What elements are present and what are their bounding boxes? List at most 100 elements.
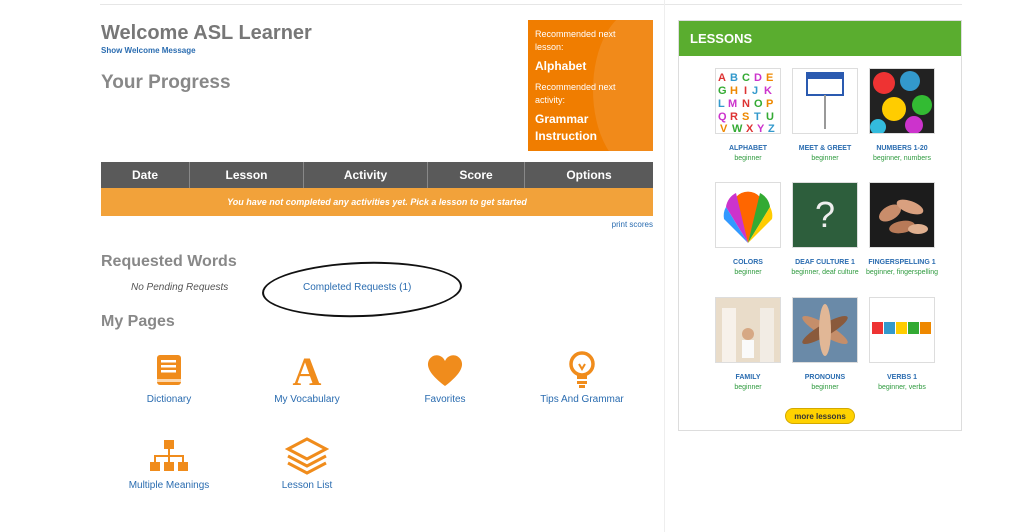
svg-text:L: L <box>718 98 725 110</box>
my-page-favorites[interactable]: Favorites <box>385 350 505 405</box>
numbers-thumbnail <box>869 68 935 134</box>
rec-activity-link[interactable]: Grammar Instruction <box>535 111 646 145</box>
col-options: Options <box>566 168 612 182</box>
main-content: Welcome ASL Learner Show Welcome Message… <box>0 0 665 532</box>
lesson-level: beginner, verbs <box>878 384 926 391</box>
my-pages-title: My Pages <box>101 313 175 330</box>
col-date: Date <box>101 162 190 188</box>
layers-icon <box>247 436 367 476</box>
deaf-culture-thumbnail: ? <box>792 182 858 248</box>
svg-text:P: P <box>766 98 773 110</box>
family-thumbnail <box>715 297 781 363</box>
svg-text:V: V <box>720 123 728 133</box>
print-scores-link[interactable]: print scores <box>612 220 653 229</box>
svg-text:U: U <box>766 111 774 123</box>
my-page-multiple-meanings[interactable]: Multiple Meanings <box>109 436 229 491</box>
svg-text:I: I <box>744 85 747 97</box>
rec-lesson-label: Recommended next lesson: <box>535 29 616 52</box>
svg-text:H: H <box>730 85 738 97</box>
lesson-level: beginner <box>734 155 762 162</box>
lesson-alphabet[interactable]: A B C D E G H I J K L M N O P Q R S T U <box>709 68 787 163</box>
rec-lesson-link[interactable]: Alphabet <box>535 58 646 75</box>
lesson-name: NUMBERS 1-20 <box>876 145 928 152</box>
letter-a-icon: A <box>247 350 367 390</box>
verbs-thumbnail <box>869 297 935 363</box>
pronouns-thumbnail <box>792 297 858 363</box>
lesson-level: beginner, deaf culture <box>791 269 859 276</box>
svg-text:S: S <box>742 111 749 123</box>
fingerspelling-thumbnail <box>869 182 935 248</box>
svg-text:J: J <box>752 85 758 97</box>
my-page-vocabulary[interactable]: A My Vocabulary <box>247 350 367 405</box>
svg-text:K: K <box>764 85 772 97</box>
my-page-label: Tips And Grammar <box>540 394 624 405</box>
svg-text:Q: Q <box>718 111 727 123</box>
table-header: Date Lesson Activity Score Options <box>101 162 653 188</box>
lesson-level: beginner <box>811 155 839 162</box>
heart-icon <box>385 350 505 390</box>
svg-text:N: N <box>742 98 750 110</box>
lesson-name: COLORS <box>733 259 763 266</box>
my-page-lesson-list[interactable]: Lesson List <box>247 436 367 491</box>
lesson-name: FAMILY <box>735 374 761 381</box>
empty-message-row: You have not completed any activities ye… <box>101 188 653 216</box>
svg-text:C: C <box>742 72 750 84</box>
more-lessons-button[interactable]: more lessons <box>785 408 855 424</box>
lesson-name: FINGERSPELLING 1 <box>868 259 936 266</box>
svg-text:M: M <box>728 98 737 110</box>
svg-text:R: R <box>730 111 738 123</box>
lesson-level: beginner <box>734 384 762 391</box>
welcome-title: Welcome ASL Learner <box>101 22 312 44</box>
lesson-meet-greet[interactable]: MEET & GREET beginner <box>786 68 864 163</box>
lesson-name: ALPHABET <box>728 145 768 152</box>
colors-thumbnail <box>715 182 781 248</box>
requested-words-title: Requested Words <box>101 253 237 270</box>
lesson-level: beginner, numbers <box>873 155 931 162</box>
svg-text:G: G <box>718 85 727 97</box>
lessons-title: LESSONS <box>679 21 961 56</box>
my-page-tips[interactable]: Tips And Grammar <box>522 350 642 405</box>
recommended-box: Recommended next lesson: Alphabet Recomm… <box>528 20 653 151</box>
lesson-verbs[interactable]: VERBS 1 beginner, verbs <box>863 297 941 392</box>
lesson-level: beginner, fingerspelling <box>866 269 938 276</box>
lesson-name: DEAF CULTURE 1 <box>795 259 855 266</box>
col-score: Score <box>428 162 525 188</box>
show-welcome-link[interactable]: Show Welcome Message <box>101 46 196 55</box>
svg-text:Y: Y <box>757 123 765 133</box>
lesson-name: VERBS 1 <box>887 374 917 381</box>
lesson-family[interactable]: FAMILY beginner <box>709 297 787 392</box>
hierarchy-icon <box>109 436 229 476</box>
svg-text:A: A <box>293 350 322 390</box>
progress-title: Your Progress <box>101 72 231 93</box>
lesson-numbers[interactable]: NUMBERS 1-20 beginner, numbers <box>863 68 941 163</box>
progress-table: Date Lesson Activity Score Options You h… <box>101 162 653 229</box>
svg-text:Z: Z <box>768 123 775 133</box>
svg-text:B: B <box>730 72 738 84</box>
lesson-deaf-culture[interactable]: ? DEAF CULTURE 1 beginner, deaf culture <box>786 182 864 277</box>
lesson-name: PRONOUNS <box>804 374 846 381</box>
completed-requests-link[interactable]: Completed Requests (1) <box>303 282 411 293</box>
lesson-level: beginner <box>734 269 762 276</box>
meet-greet-thumbnail <box>792 68 858 134</box>
lesson-colors[interactable]: COLORS beginner <box>709 182 787 277</box>
no-pending-text: No Pending Requests <box>131 282 229 293</box>
svg-text:?: ? <box>815 194 835 235</box>
svg-text:O: O <box>754 98 763 110</box>
rec-activity-label: Recommended next activity: <box>535 82 616 105</box>
lesson-name: MEET & GREET <box>798 145 852 152</box>
my-page-label: Lesson List <box>281 480 333 491</box>
svg-text:X: X <box>746 123 754 133</box>
svg-text:T: T <box>754 111 761 123</box>
alphabet-thumbnail: A B C D E G H I J K L M N O P Q R S T U <box>715 68 781 134</box>
svg-text:W: W <box>732 123 743 133</box>
my-page-dictionary[interactable]: Dictionary <box>109 350 229 405</box>
my-page-label: My Vocabulary <box>274 394 340 405</box>
my-page-label: Dictionary <box>146 394 192 405</box>
svg-text:D: D <box>754 72 762 84</box>
col-lesson: Lesson <box>190 162 304 188</box>
svg-text:E: E <box>766 72 773 84</box>
lesson-fingerspelling[interactable]: FINGERSPELLING 1 beginner, fingerspellin… <box>863 182 941 277</box>
book-icon <box>109 350 229 390</box>
col-activity: Activity <box>304 162 428 188</box>
lesson-pronouns[interactable]: PRONOUNS beginner <box>786 297 864 392</box>
